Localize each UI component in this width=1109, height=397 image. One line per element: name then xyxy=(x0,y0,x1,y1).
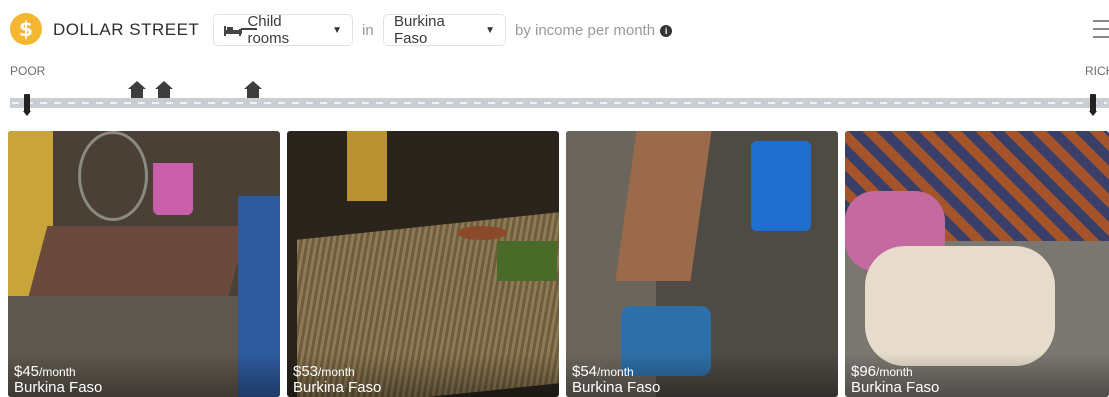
country-filter-label: Burkina Faso xyxy=(394,13,445,47)
photo-content xyxy=(497,241,557,281)
scale-min-handle[interactable] xyxy=(23,94,31,116)
dollar-street-logo[interactable]: $ xyxy=(10,13,42,45)
photo-income: $45/month xyxy=(14,363,76,380)
photo-card[interactable]: $45/month Burkina Faso xyxy=(8,131,280,397)
things-filter-dropdown[interactable]: Child rooms ▼ xyxy=(213,13,353,47)
home-marker-icon[interactable] xyxy=(155,81,173,98)
photo-country: Burkina Faso xyxy=(293,379,382,396)
photo-country: Burkina Faso xyxy=(572,379,661,396)
brand-name[interactable]: DOLLAR STREET xyxy=(53,20,199,40)
photo-content xyxy=(865,246,1055,366)
photo-content xyxy=(751,141,811,231)
photo-card[interactable]: $53/month Burkina Faso xyxy=(287,131,559,397)
photo-content xyxy=(28,226,248,296)
scale-max-handle[interactable] xyxy=(1089,94,1097,116)
bed-icon xyxy=(224,24,243,36)
sort-text: by income per month xyxy=(515,22,656,39)
photo-card[interactable]: $96/month Burkina Faso xyxy=(845,131,1109,397)
photo-content xyxy=(457,226,507,240)
caret-down-icon: ▼ xyxy=(332,24,342,36)
things-filter-label: Child rooms xyxy=(247,13,290,47)
photo-card[interactable]: $54/month Burkina Faso xyxy=(566,131,838,397)
country-filter-dropdown[interactable]: Burkina Faso ▼ xyxy=(383,13,506,47)
photo-content xyxy=(78,131,148,221)
scale-rich-label: RICH xyxy=(1085,64,1109,78)
header: $ DOLLAR STREET Child rooms ▼ in Burkina… xyxy=(0,0,1109,60)
home-marker-icon[interactable] xyxy=(128,81,146,98)
photo-content xyxy=(153,163,193,215)
sort-description: by income per month i xyxy=(515,22,673,39)
home-marker-icon[interactable] xyxy=(244,81,262,98)
scale-poor-label: POOR xyxy=(10,64,46,78)
in-connector: in xyxy=(362,22,374,39)
photo-content xyxy=(347,131,387,201)
dollar-icon: $ xyxy=(19,17,33,41)
info-icon[interactable]: i xyxy=(660,24,673,37)
photo-grid: $45/month Burkina Faso $53/month Burkina… xyxy=(0,131,1109,397)
photo-income: $54/month xyxy=(572,363,634,380)
photo-country: Burkina Faso xyxy=(851,379,940,396)
photo-income: $53/month xyxy=(293,363,355,380)
photo-income: $96/month xyxy=(851,363,913,380)
photo-country: Burkina Faso xyxy=(14,379,103,396)
hamburger-menu-icon[interactable] xyxy=(1093,20,1109,38)
income-scale-dashes xyxy=(12,102,1107,104)
caret-down-icon: ▼ xyxy=(485,24,495,36)
